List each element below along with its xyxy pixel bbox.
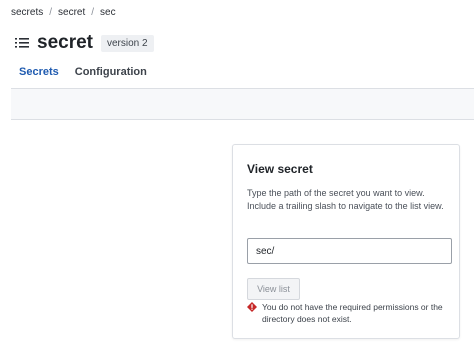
version-badge: version 2 [101,34,154,52]
page-title: secret [37,32,93,53]
breadcrumb: secrets / secret / sec [11,7,116,18]
warning-diamond-icon [247,302,257,312]
view-secret-card: View secret Type the path of the secret … [232,144,460,339]
tab-configuration[interactable]: Configuration [67,62,155,88]
error-message: You do not have the required permissions… [247,301,457,325]
card-help-text: Type the path of the secret you want to … [247,188,444,211]
breadcrumb-item-current: sec [100,7,116,18]
page-header: secret version 2 [15,32,154,54]
error-text: You do not have the required permissions… [262,302,443,324]
list-icon [15,38,29,48]
breadcrumb-item-secret[interactable]: secret [58,7,85,18]
toolbar [11,89,474,120]
tab-secrets[interactable]: Secrets [11,62,67,90]
breadcrumb-separator: / [91,7,95,18]
secret-path-input[interactable] [247,238,452,264]
breadcrumb-item-secrets[interactable]: secrets [11,7,43,18]
card-title: View secret [247,162,313,176]
view-list-button[interactable]: View list [247,278,300,300]
tab-bar: Secrets Configuration [11,62,474,90]
breadcrumb-separator: / [49,7,53,18]
